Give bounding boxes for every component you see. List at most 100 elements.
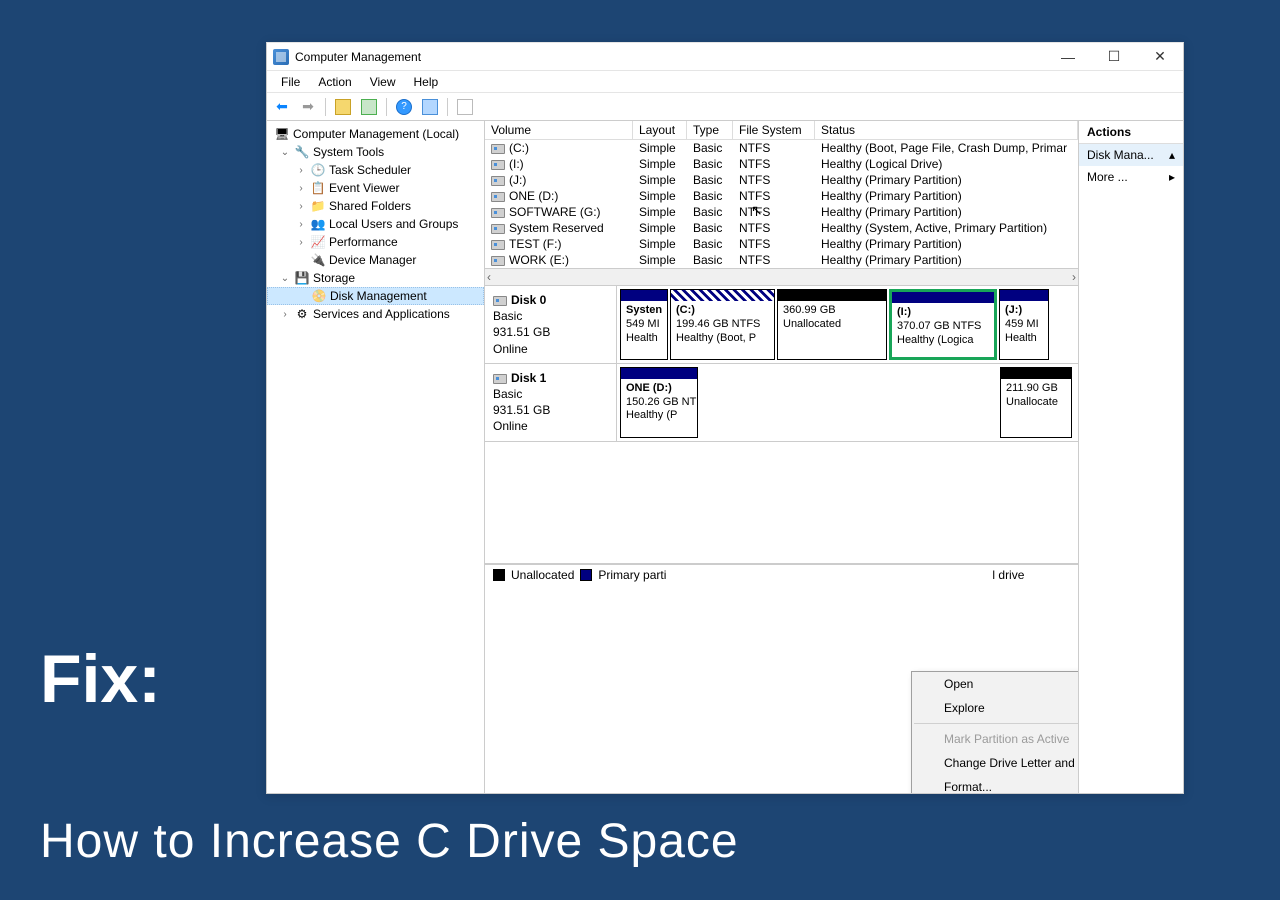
tree-storage[interactable]: ⌄ 💾 Storage xyxy=(267,269,484,287)
collapse-icon[interactable]: ⌄ xyxy=(279,147,291,158)
drive-icon xyxy=(491,144,505,154)
expand-icon[interactable]: › xyxy=(295,237,307,248)
col-status[interactable]: Status xyxy=(815,121,1078,140)
horizontal-scrollbar[interactable]: ‹› xyxy=(485,268,1078,285)
menu-file[interactable]: File xyxy=(273,73,308,91)
drive-icon xyxy=(491,192,505,202)
volume-row[interactable]: (J:)SimpleBasicNTFSHealthy (Primary Part… xyxy=(485,172,1078,188)
volume-row[interactable]: (C:)SimpleBasicNTFSHealthy (Boot, Page F… xyxy=(485,140,1078,156)
volume-list[interactable]: Volume Layout Type File System Status (C… xyxy=(485,121,1078,268)
volume-row[interactable]: System ReservedSimpleBasicNTFSHealthy (S… xyxy=(485,220,1078,236)
partition-color-bar xyxy=(1001,368,1071,379)
partition-body: Systen549 MIHealth xyxy=(621,301,667,348)
tools-icon: 🔧 xyxy=(294,145,310,159)
titlebar[interactable]: Computer Management — ☐ ✕ xyxy=(267,43,1183,71)
legend-unallocated-swatch xyxy=(493,569,505,581)
drive-icon xyxy=(491,160,505,170)
minimize-button[interactable]: — xyxy=(1045,43,1091,71)
partition-color-bar xyxy=(1000,290,1048,301)
partition-box[interactable]: 211.90 GBUnallocate xyxy=(1000,367,1072,438)
legend-primary-swatch xyxy=(580,569,592,581)
disk-icon: 📀 xyxy=(311,289,327,303)
back-button[interactable]: ⬅ xyxy=(271,96,293,118)
toolbar: ⬅ ➡ ? xyxy=(267,93,1183,121)
tree-services-apps[interactable]: ›⚙Services and Applications xyxy=(267,305,484,323)
menu-help[interactable]: Help xyxy=(406,73,447,91)
close-button[interactable]: ✕ xyxy=(1137,43,1183,71)
menu-view[interactable]: View xyxy=(362,73,404,91)
disk-row: Disk 0Basic931.51 GBOnlineSysten549 MIHe… xyxy=(485,286,1078,364)
partition-box[interactable]: ONE (D:)150.26 GB NTFSHealthy (P xyxy=(620,367,698,438)
ctx-change-letter[interactable]: Change Drive Letter and Paths... xyxy=(912,751,1078,775)
tree-pane[interactable]: 🖥 Computer Management (Local) ⌄ 🔧 System… xyxy=(267,121,485,793)
tree-root[interactable]: 🖥 Computer Management (Local) xyxy=(267,125,484,143)
expand-icon[interactable]: › xyxy=(295,165,307,176)
volume-row[interactable]: ONE (D:)SimpleBasicNTFSHealthy (Primary … xyxy=(485,188,1078,204)
computer-management-window: Computer Management — ☐ ✕ File Action Vi… xyxy=(266,42,1184,794)
partition-color-bar xyxy=(778,290,886,301)
volume-row[interactable]: WORK (E:)SimpleBasicNTFSHealthy (Primary… xyxy=(485,252,1078,268)
maximize-button[interactable]: ☐ xyxy=(1091,43,1137,71)
legend-primary-label: Primary parti xyxy=(598,568,666,582)
partition-body: (C:)199.46 GB NTFSHealthy (Boot, P xyxy=(671,301,774,348)
col-layout[interactable]: Layout xyxy=(633,121,687,140)
menu-action[interactable]: Action xyxy=(310,73,359,91)
partition-box[interactable]: Systen549 MIHealth xyxy=(620,289,668,360)
partition-color-bar xyxy=(621,368,697,379)
expand-icon[interactable]: › xyxy=(279,309,291,320)
forward-button[interactable]: ➡ xyxy=(297,96,319,118)
tree-device-manager[interactable]: 🔌Device Manager xyxy=(267,251,484,269)
folder-icon: 📁 xyxy=(310,199,326,213)
partition-box[interactable]: (J:)459 MIHealth xyxy=(999,289,1049,360)
actions-header: Actions xyxy=(1079,121,1183,144)
clock-icon: 🕒 xyxy=(310,163,326,177)
drive-icon xyxy=(491,256,505,266)
drive-icon xyxy=(491,176,505,186)
refresh-button[interactable] xyxy=(358,96,380,118)
chevron-right-icon: ▸ xyxy=(1169,170,1175,184)
legend-tail: l drive xyxy=(992,568,1024,582)
tree-performance[interactable]: ›📈Performance xyxy=(267,233,484,251)
window-title: Computer Management xyxy=(295,50,1045,64)
partition-box[interactable]: 360.99 GBUnallocated xyxy=(777,289,887,360)
tree-event-viewer[interactable]: ›📋Event Viewer xyxy=(267,179,484,197)
toolbar-separator xyxy=(386,98,387,116)
toolbar-btn-4[interactable] xyxy=(454,96,476,118)
arrow-right-icon: ➡ xyxy=(302,98,314,115)
help-button[interactable]: ? xyxy=(393,96,415,118)
ctx-open[interactable]: Open xyxy=(912,672,1078,696)
expand-icon[interactable]: › xyxy=(295,183,307,194)
volume-row[interactable]: (I:)SimpleBasicNTFSHealthy (Logical Driv… xyxy=(485,156,1078,172)
actions-pane: Actions Disk Mana...▴ More ...▸ xyxy=(1079,121,1183,793)
tree-local-users[interactable]: ›👥Local Users and Groups xyxy=(267,215,484,233)
actions-more[interactable]: More ...▸ xyxy=(1079,166,1183,188)
perf-icon: 📈 xyxy=(310,235,326,249)
tree-shared-folders[interactable]: ›📁Shared Folders xyxy=(267,197,484,215)
col-fs[interactable]: File System xyxy=(733,121,815,140)
services-icon: ⚙ xyxy=(294,307,310,321)
ctx-format[interactable]: Format... xyxy=(912,775,1078,793)
toolbar-btn-3[interactable] xyxy=(419,96,441,118)
expand-icon[interactable]: › xyxy=(295,201,307,212)
collapse-icon[interactable]: ⌄ xyxy=(279,273,291,284)
ctx-mark-active: Mark Partition as Active xyxy=(912,727,1078,751)
disk-info: Disk 1Basic931.51 GBOnline xyxy=(485,364,617,441)
ctx-explore[interactable]: Explore xyxy=(912,696,1078,720)
tree-task-scheduler[interactable]: ›🕒Task Scheduler xyxy=(267,161,484,179)
partition-box[interactable]: (C:)199.46 GB NTFSHealthy (Boot, P xyxy=(670,289,775,360)
toolbar-btn-1[interactable] xyxy=(332,96,354,118)
tree-system-tools[interactable]: ⌄ 🔧 System Tools xyxy=(267,143,484,161)
volume-row[interactable]: SOFTWARE (G:)SimpleBasicNTFSHealthy (Pri… xyxy=(485,204,1078,220)
volume-row[interactable]: TEST (F:)SimpleBasicNTFSHealthy (Primary… xyxy=(485,236,1078,252)
col-volume[interactable]: Volume xyxy=(485,121,633,140)
partition-color-bar xyxy=(621,290,667,301)
col-type[interactable]: Type xyxy=(687,121,733,140)
disk-icon xyxy=(493,296,507,306)
actions-disk-mgmt[interactable]: Disk Mana...▴ xyxy=(1079,144,1183,166)
computer-icon: 🖥 xyxy=(274,127,290,141)
expand-icon[interactable]: › xyxy=(295,219,307,230)
drive-icon xyxy=(491,208,505,218)
partition-color-bar xyxy=(671,290,774,301)
partition-box[interactable]: (I:)370.07 GB NTFSHealthy (Logica xyxy=(889,289,997,360)
tree-disk-management[interactable]: 📀Disk Management xyxy=(267,287,484,305)
